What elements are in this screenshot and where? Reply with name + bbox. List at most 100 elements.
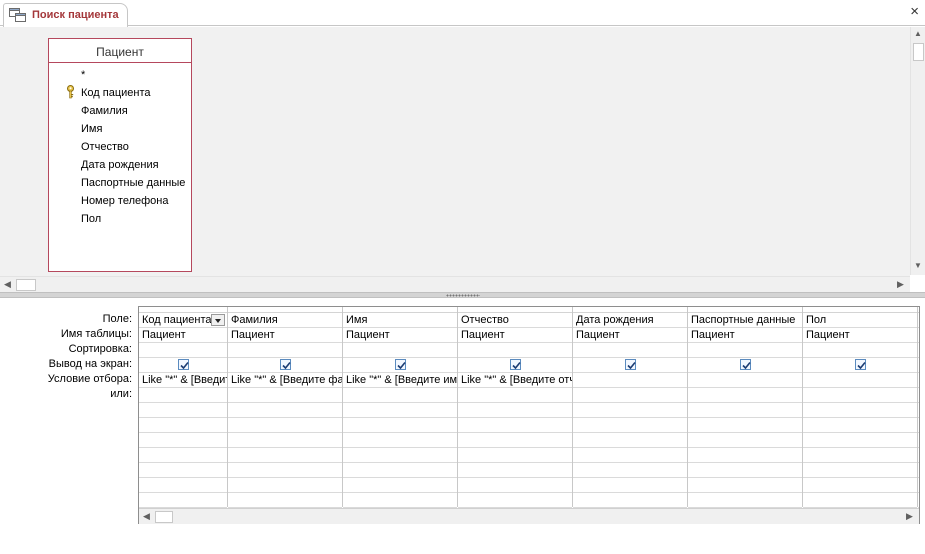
empty-cell[interactable]	[139, 403, 227, 418]
show-cell[interactable]	[803, 358, 917, 373]
scroll-thumb[interactable]	[16, 279, 36, 291]
table-cell[interactable]: Пациент	[139, 328, 227, 343]
empty-cell[interactable]	[139, 418, 227, 433]
grid-column[interactable]: Паспортные данные Пациент	[688, 307, 803, 508]
criteria-cell[interactable]	[688, 373, 802, 388]
show-cell[interactable]	[573, 358, 687, 373]
criteria-cell[interactable]: Like "*" & [Введите код пациента] & "*"	[139, 373, 227, 388]
empty-cell[interactable]	[139, 433, 227, 448]
sort-cell[interactable]	[688, 343, 802, 358]
empty-cell[interactable]	[688, 478, 802, 493]
empty-cell[interactable]	[803, 448, 917, 463]
scroll-thumb[interactable]	[913, 43, 924, 61]
empty-cell[interactable]	[688, 448, 802, 463]
empty-cell[interactable]	[918, 373, 919, 388]
empty-cell[interactable]	[803, 403, 917, 418]
field-cell[interactable]: Пол	[803, 313, 917, 328]
show-cell[interactable]	[688, 358, 802, 373]
empty-cell[interactable]	[139, 478, 227, 493]
grid-column[interactable]: Имя Пациент Like "*" & [Введите имя] & "*"	[343, 307, 458, 508]
empty-cell[interactable]	[139, 448, 227, 463]
empty-cell[interactable]	[458, 433, 572, 448]
criteria-cell[interactable]	[803, 373, 917, 388]
field-list-item[interactable]: *	[49, 66, 191, 84]
empty-cell[interactable]	[803, 418, 917, 433]
empty-cell[interactable]	[228, 433, 342, 448]
field-list-item[interactable]: Фамилия	[49, 102, 191, 120]
show-checkbox[interactable]	[509, 359, 521, 370]
field-list-item[interactable]: Пол	[49, 210, 191, 228]
empty-cell[interactable]	[918, 418, 919, 433]
empty-cell[interactable]	[343, 418, 457, 433]
field-cell[interactable]: Дата рождения	[573, 313, 687, 328]
empty-cell[interactable]	[918, 493, 919, 508]
upper-vertical-scrollbar[interactable]: ▲ ▼	[910, 27, 925, 275]
table-cell[interactable]: Пациент	[458, 328, 572, 343]
field-list-item[interactable]: Имя	[49, 120, 191, 138]
empty-cell[interactable]	[139, 463, 227, 478]
or-cell[interactable]	[458, 388, 572, 403]
empty-cell[interactable]	[343, 433, 457, 448]
empty-cell[interactable]	[228, 478, 342, 493]
criteria-cell[interactable]: Like "*" & [Введите фамилию] & "*"	[228, 373, 342, 388]
sort-cell[interactable]	[803, 343, 917, 358]
upper-horizontal-scrollbar[interactable]: ◀ ▶	[0, 276, 910, 292]
chevron-down-icon[interactable]	[211, 314, 225, 326]
empty-cell[interactable]	[458, 418, 572, 433]
empty-cell[interactable]	[458, 478, 572, 493]
or-cell[interactable]	[573, 388, 687, 403]
pane-splitter[interactable]	[0, 292, 925, 298]
empty-cell[interactable]	[573, 478, 687, 493]
show-checkbox[interactable]	[279, 359, 291, 370]
empty-cell[interactable]	[573, 448, 687, 463]
empty-cell[interactable]	[573, 403, 687, 418]
grid-horizontal-scrollbar[interactable]: ◀ ▶	[139, 508, 919, 524]
scroll-down-icon[interactable]: ▼	[914, 261, 922, 270]
show-checkbox[interactable]	[624, 359, 636, 370]
field-list-item[interactable]: Номер телефона	[49, 192, 191, 210]
table-cell[interactable]: Пациент	[803, 328, 917, 343]
empty-cell[interactable]	[918, 358, 919, 373]
sort-cell[interactable]	[343, 343, 457, 358]
empty-cell[interactable]	[918, 313, 919, 328]
field-list-item[interactable]: Паспортные данные	[49, 174, 191, 192]
empty-cell[interactable]	[228, 403, 342, 418]
table-cell[interactable]: Пациент	[688, 328, 802, 343]
empty-cell[interactable]	[918, 448, 919, 463]
sort-cell[interactable]	[228, 343, 342, 358]
empty-cell[interactable]	[803, 478, 917, 493]
or-cell[interactable]	[688, 388, 802, 403]
grid-column[interactable]: Отчество Пациент Like "*" & [Введите отчес…	[458, 307, 573, 508]
scroll-up-icon[interactable]: ▲	[914, 29, 922, 38]
empty-cell[interactable]	[343, 403, 457, 418]
empty-cell[interactable]	[918, 478, 919, 493]
empty-cell[interactable]	[458, 463, 572, 478]
show-checkbox[interactable]	[739, 359, 751, 370]
empty-cell[interactable]	[573, 418, 687, 433]
scroll-left-icon[interactable]: ◀	[4, 279, 11, 290]
sort-cell[interactable]	[139, 343, 227, 358]
scroll-thumb[interactable]	[155, 511, 173, 523]
criteria-cell[interactable]	[573, 373, 687, 388]
empty-cell[interactable]	[688, 403, 802, 418]
field-cell[interactable]: Отчество	[458, 313, 572, 328]
field-cell[interactable]: Имя	[343, 313, 457, 328]
or-cell[interactable]	[228, 388, 342, 403]
empty-cell[interactable]	[343, 463, 457, 478]
empty-cell[interactable]	[918, 463, 919, 478]
empty-cell[interactable]	[228, 463, 342, 478]
empty-cell[interactable]	[458, 403, 572, 418]
table-cell[interactable]: Пациент	[343, 328, 457, 343]
criteria-cell[interactable]: Like "*" & [Введите отчество] & "*"	[458, 373, 572, 388]
grid-column[interactable]	[918, 307, 919, 508]
splitter-grip-icon[interactable]	[446, 294, 480, 297]
show-checkbox[interactable]	[394, 359, 406, 370]
or-cell[interactable]	[139, 388, 227, 403]
or-cell[interactable]	[803, 388, 917, 403]
empty-cell[interactable]	[918, 343, 919, 358]
field-cell[interactable]: Паспортные данные	[688, 313, 802, 328]
empty-cell[interactable]	[918, 403, 919, 418]
empty-cell[interactable]	[343, 448, 457, 463]
grid-column[interactable]: Фамилия Пациент Like "*" & [Введите фамили…	[228, 307, 343, 508]
empty-cell[interactable]	[458, 493, 572, 508]
